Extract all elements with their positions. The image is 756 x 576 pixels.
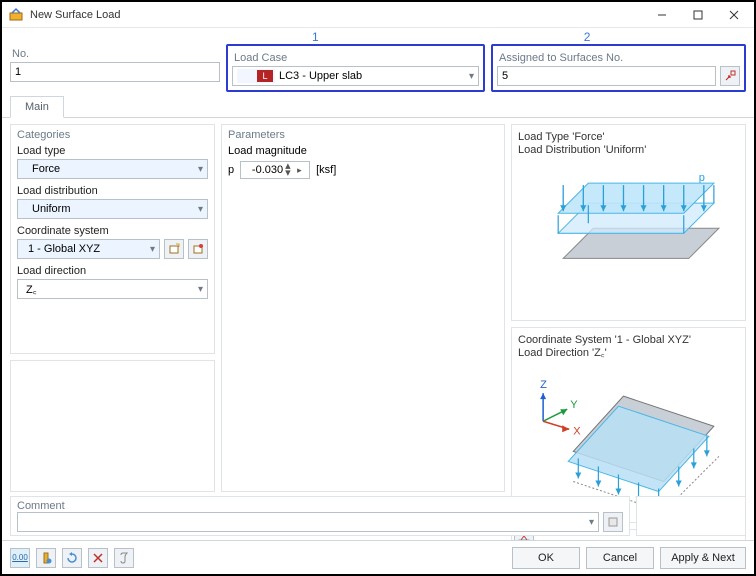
minimize-button[interactable] (644, 3, 680, 27)
comment-panel: Comment ▾ (10, 496, 630, 536)
annotation-row: 1 2 (2, 28, 754, 44)
tool-script-button[interactable] (114, 548, 134, 568)
p-value-input[interactable] (241, 164, 285, 176)
cancel-button[interactable]: Cancel (586, 547, 654, 569)
loadcase-group: Load Case L LC3 - Upper slab ▾ (226, 44, 485, 92)
no-input[interactable] (10, 62, 220, 82)
load-dir-select[interactable]: Z꜀▾ (17, 279, 208, 299)
assigned-label: Assigned to Surfaces No. (499, 52, 740, 64)
no-label: No. (12, 48, 220, 60)
tab-strip: Main (2, 96, 754, 118)
categories-panel: Categories Load type Force▾ Load distrib… (10, 124, 215, 354)
annotation-1: 1 (312, 30, 319, 44)
chevron-down-icon: ▾ (198, 204, 203, 215)
empty-panel (10, 360, 215, 492)
titlebar: New Surface Load (2, 2, 754, 28)
preview-line4: Load Direction 'Z꜀' (518, 347, 739, 360)
app-icon (8, 7, 24, 23)
coord-label: Coordinate system (17, 225, 208, 237)
svg-text:X: X (573, 425, 581, 437)
chevron-down-icon: ▾ (589, 517, 594, 528)
comment-row: Comment ▾ (2, 496, 754, 540)
dialog-window: New Surface Load 1 2 No. Load Case L LC3… (0, 0, 756, 576)
maximize-button[interactable] (680, 3, 716, 27)
load-dir-label: Load direction (17, 265, 208, 277)
annotation-2: 2 (584, 30, 591, 44)
loadcase-label: Load Case (234, 52, 479, 64)
preview-top-panel: Load Type 'Force' Load Distribution 'Uni… (511, 124, 746, 321)
svg-text:Y: Y (570, 399, 578, 411)
units-button[interactable]: 0.00 (10, 548, 30, 568)
load-type-label: Load type (17, 145, 208, 157)
preview-line1: Load Type 'Force' (518, 131, 739, 144)
spinner-play-icon[interactable]: ▸ (295, 165, 304, 176)
comment-header: Comment (17, 500, 623, 512)
tool-delete-button[interactable] (88, 548, 108, 568)
load-dist-select[interactable]: Uniform▾ (17, 199, 208, 219)
chevron-down-icon: ▾ (198, 284, 203, 295)
tab-main[interactable]: Main (10, 96, 64, 118)
tool-reset-button[interactable] (62, 548, 82, 568)
svg-text:Z: Z (540, 379, 547, 391)
spinner-arrows[interactable]: ▴▾ (285, 163, 295, 177)
loadcase-swatch: L (237, 69, 275, 83)
ok-button[interactable]: OK (512, 547, 580, 569)
p-symbol: p (228, 164, 234, 176)
header-fields: No. Load Case L LC3 - Upper slab ▾ Assig… (2, 44, 754, 96)
assigned-input[interactable] (497, 66, 716, 86)
p-label: p (699, 172, 705, 184)
preview-line2: Load Distribution 'Uniform' (518, 144, 739, 157)
comment-select[interactable]: ▾ (17, 512, 599, 532)
comment-side-panel (636, 496, 746, 536)
assigned-group: Assigned to Surfaces No. (491, 44, 746, 92)
preview-bottom-panel: Coordinate System '1 - Global XYZ' Load … (511, 327, 746, 524)
comment-edit-button[interactable] (603, 512, 623, 532)
loadcase-value: LC3 - Upper slab (279, 70, 465, 82)
close-button[interactable] (716, 3, 752, 27)
chevron-down-icon: ▾ (469, 71, 474, 82)
chevron-down-icon: ▾ (150, 244, 155, 255)
pick-surfaces-button[interactable] (720, 66, 740, 86)
loadcase-badge: L (257, 70, 273, 82)
load-type-select[interactable]: Force▾ (17, 159, 208, 179)
apply-next-button[interactable]: Apply & Next (660, 547, 746, 569)
edit-coord-button[interactable] (188, 239, 208, 259)
magnitude-label: Load magnitude (228, 145, 498, 157)
chevron-down-icon: ▾ (198, 164, 203, 175)
window-title: New Surface Load (30, 9, 644, 21)
loadcase-select[interactable]: L LC3 - Upper slab ▾ (232, 66, 479, 86)
tool-favorites-button[interactable] (36, 548, 56, 568)
load-dist-label: Load distribution (17, 185, 208, 197)
p-unit: [ksf] (316, 164, 336, 176)
preview-line3: Coordinate System '1 - Global XYZ' (518, 334, 739, 347)
dialog-body: Categories Load type Force▾ Load distrib… (2, 118, 754, 496)
parameters-panel: Parameters Load magnitude p ▴▾ ▸ [ksf] (221, 124, 505, 492)
preview-force-diagram: p (518, 163, 739, 314)
footer: 0.00 OK Cancel Apply & Next (2, 540, 754, 574)
parameters-header: Parameters (228, 129, 498, 141)
coord-select[interactable]: 1 - Global XYZ▾ (17, 239, 160, 259)
new-coord-button[interactable] (164, 239, 184, 259)
p-value-spinner[interactable]: ▴▾ ▸ (240, 161, 310, 179)
preview-coord-diagram: Z Y X (518, 366, 739, 517)
categories-header: Categories (17, 129, 208, 141)
